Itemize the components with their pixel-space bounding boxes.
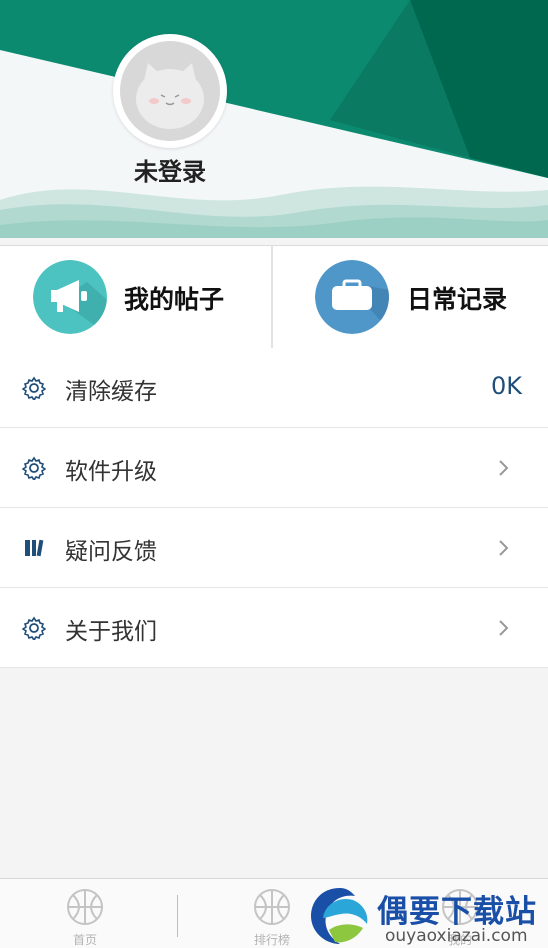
header-background bbox=[0, 0, 548, 238]
avatar[interactable] bbox=[113, 34, 227, 148]
tab-separator bbox=[177, 895, 178, 937]
my-posts-label: 我的帖子 bbox=[124, 285, 225, 314]
watermark-url: ouyaoxiazai.com bbox=[385, 926, 528, 946]
basketball-icon bbox=[254, 889, 290, 925]
cache-size-value: 0K bbox=[490, 372, 522, 400]
daily-records-label: 日常记录 bbox=[407, 285, 508, 314]
site-watermark: 偶要下载站 ouyaoxiazai.com bbox=[305, 882, 548, 947]
basketball-icon bbox=[67, 889, 103, 925]
profile-header: 未登录 bbox=[0, 0, 548, 238]
chevron-right-icon bbox=[499, 540, 509, 556]
chevron-right-icon bbox=[499, 620, 509, 636]
books-icon bbox=[25, 539, 44, 557]
watermark-title: 偶要下载站 bbox=[377, 894, 537, 930]
feedback-row[interactable]: 疑问反馈 bbox=[0, 508, 548, 588]
chevron-right-icon bbox=[499, 460, 509, 476]
tab-home-label: 首页 bbox=[72, 933, 97, 947]
my-posts-button[interactable]: 我的帖子 bbox=[0, 246, 271, 348]
briefcase-icon bbox=[315, 260, 389, 334]
quick-actions: 我的帖子 日常记录 bbox=[0, 245, 548, 349]
clear-cache-row[interactable]: 清除缓存 0K bbox=[0, 348, 548, 428]
software-upgrade-label: 软件升级 bbox=[65, 459, 157, 485]
megaphone-icon bbox=[33, 260, 107, 334]
software-upgrade-row[interactable]: 软件升级 bbox=[0, 428, 548, 508]
gear-icon bbox=[22, 616, 46, 640]
about-us-row[interactable]: 关于我们 bbox=[0, 588, 548, 668]
login-status-label[interactable]: 未登录 bbox=[100, 152, 240, 187]
clear-cache-label: 清除缓存 bbox=[65, 379, 157, 405]
tab-home[interactable]: 首页 bbox=[25, 879, 145, 948]
settings-list: 清除缓存 0K 软件升级 疑问反馈 关于我们 bbox=[0, 348, 548, 668]
watermark-logo-icon bbox=[311, 888, 368, 944]
feedback-label: 疑问反馈 bbox=[65, 539, 157, 565]
gear-icon bbox=[22, 456, 46, 480]
gear-icon bbox=[22, 376, 46, 400]
daily-records-button[interactable]: 日常记录 bbox=[273, 246, 544, 348]
about-us-label: 关于我们 bbox=[65, 619, 157, 645]
avatar-cat-icon bbox=[120, 41, 220, 141]
